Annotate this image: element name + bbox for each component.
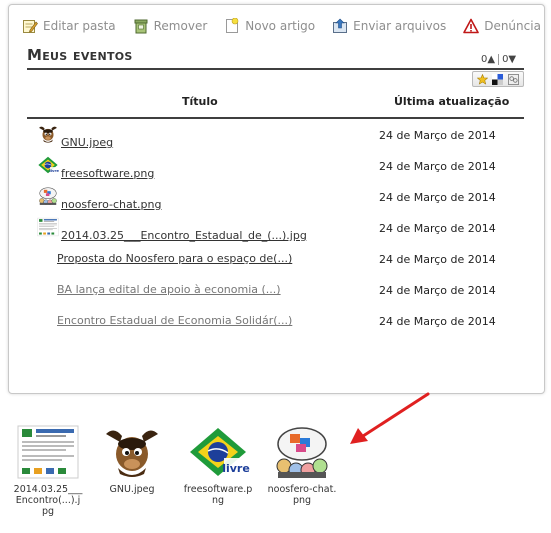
new-document-icon — [226, 18, 239, 33]
noosfero-chat-image-icon[interactable] — [270, 424, 334, 480]
send-files-button[interactable]: Enviar arquivos — [332, 18, 446, 34]
file-link[interactable]: GNU.jpeg — [61, 136, 113, 149]
edit-icon — [23, 20, 38, 33]
gallery-caption: GNU.jpeg — [109, 484, 155, 495]
send-files-label: Enviar arquivos — [353, 19, 447, 33]
encontro-thumbnail-icon — [37, 216, 59, 238]
remove-label: Remover — [153, 19, 208, 33]
table-row: 2014.03.25___Encontro_Estadual_de_(...).… — [27, 217, 524, 245]
gnu-image-icon[interactable] — [100, 424, 164, 480]
noosfero-chat-thumbnail-icon — [37, 185, 59, 207]
new-article-label: Novo artigo — [245, 19, 316, 33]
delicious-icon — [492, 73, 504, 85]
freesoftware-thumbnail-icon: livre — [37, 154, 59, 176]
svg-text:livre: livre — [49, 168, 59, 173]
file-link[interactable]: BA lança edital de apoio à economia (...… — [57, 283, 281, 296]
title-divider — [27, 68, 524, 70]
updated-date: 24 de Março de 2014 — [379, 253, 496, 266]
share-links-icon — [507, 73, 519, 85]
column-header-title[interactable]: Título — [182, 95, 218, 108]
gallery-item[interactable]: GNU.jpeg — [97, 424, 167, 495]
updated-date: 24 de Março de 2014 — [379, 315, 496, 328]
table-row: noosfero-chat.png 24 de Março de 2014 — [27, 186, 524, 214]
upload-icon — [333, 18, 348, 33]
gallery-item[interactable]: livre freesoftware.png — [183, 424, 253, 506]
vote-controls: 0▲ 0▼ — [481, 54, 516, 65]
gallery-caption: noosfero-chat.png — [267, 484, 337, 506]
updated-date: 24 de Março de 2014 — [379, 160, 496, 173]
updated-date: 24 de Março de 2014 — [379, 284, 496, 297]
gallery-caption: 2014.03.25___Encontro(...).jpg — [13, 484, 83, 517]
file-link[interactable]: freesoftware.png — [61, 167, 154, 180]
table-row: GNU.jpeg 24 de Março de 2014 — [27, 124, 524, 152]
page: Editar pasta Remover Novo artigo Enviar … — [0, 0, 551, 533]
updated-date: 24 de Março de 2014 — [379, 129, 496, 142]
report-label: Denúncia — [484, 19, 541, 33]
remove-button[interactable]: Remover — [133, 18, 208, 34]
edit-folder-label: Editar pasta — [43, 19, 116, 33]
file-link[interactable]: Proposta do Noosfero para o espaço de(..… — [57, 252, 292, 265]
file-link[interactable]: 2014.03.25___Encontro_Estadual_de_(...).… — [61, 229, 307, 242]
encontro-image-icon[interactable] — [16, 424, 80, 480]
annotation-arrow — [350, 392, 430, 444]
table-row: livre freesoftware.png 24 de Março de 2014 — [27, 155, 524, 183]
share-bar[interactable] — [472, 71, 524, 87]
gallery-caption: freesoftware.png — [183, 484, 253, 506]
vote-up-button[interactable]: 0▲ — [481, 54, 495, 65]
table-row: Encontro Estadual de Economia Solidár(..… — [27, 310, 524, 338]
updated-date: 24 de Março de 2014 — [379, 222, 496, 235]
page-title: Meus eventos — [27, 46, 133, 64]
trash-icon — [134, 19, 148, 34]
column-header-updated[interactable]: Última atualização — [394, 95, 509, 108]
gnu-thumbnail-icon — [37, 123, 59, 145]
star-icon — [477, 73, 489, 85]
file-link[interactable]: Encontro Estadual de Economia Solidár(..… — [57, 314, 292, 327]
file-link[interactable]: noosfero-chat.png — [61, 198, 162, 211]
table-row: Proposta do Noosfero para o espaço de(..… — [27, 248, 524, 276]
edit-folder-button[interactable]: Editar pasta — [22, 18, 116, 34]
warning-icon — [463, 18, 480, 34]
header-divider — [27, 117, 524, 119]
toolbar: Editar pasta Remover Novo artigo Enviar … — [22, 16, 551, 36]
new-article-button[interactable]: Novo artigo — [224, 18, 315, 34]
updated-date: 24 de Março de 2014 — [379, 191, 496, 204]
vote-down-button[interactable]: 0▼ — [502, 54, 516, 65]
svg-text:livre: livre — [222, 462, 250, 475]
gallery-item[interactable]: 2014.03.25___Encontro(...).jpg — [13, 424, 83, 517]
report-button[interactable]: Denúncia — [463, 18, 541, 34]
table-row: BA lança edital de apoio à economia (...… — [27, 279, 524, 307]
vote-divider — [498, 54, 500, 65]
freesoftware-image-icon[interactable]: livre — [186, 424, 250, 480]
gallery-item[interactable]: noosfero-chat.png — [267, 424, 337, 506]
